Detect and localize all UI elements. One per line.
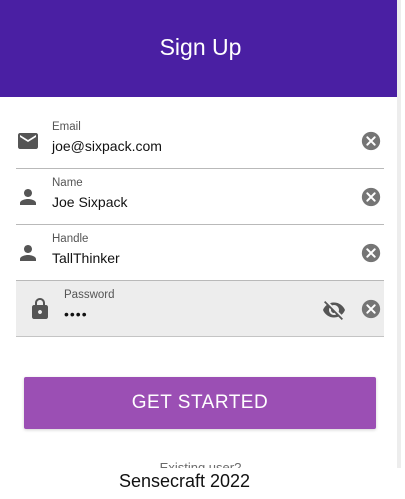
handle-label: Handle (52, 233, 89, 245)
password-label: Password (64, 289, 115, 301)
email-value[interactable]: joe@sixpack.com (52, 138, 162, 154)
handle-value[interactable]: TallThinker (52, 250, 120, 266)
clear-password-icon[interactable] (360, 298, 382, 320)
person-icon (20, 245, 36, 261)
scrollbar-track (397, 0, 401, 468)
person-icon (20, 189, 36, 205)
email-field[interactable]: Email joe@sixpack.com (16, 113, 384, 169)
footer-credit: Sensecraft 2022 (118, 471, 251, 491)
get-started-button[interactable]: GET STARTED (24, 377, 376, 429)
password-field[interactable]: Password •••• (16, 281, 384, 337)
header-bar: Sign Up (0, 0, 401, 97)
name-value[interactable]: Joe Sixpack (52, 194, 127, 210)
clear-name-icon[interactable] (360, 186, 382, 208)
signup-screen: Sign Up Email joe@sixpack.com Name Joe S… (0, 0, 401, 468)
email-label: Email (52, 121, 81, 133)
name-label: Name (52, 177, 83, 189)
password-value[interactable]: •••• (64, 306, 88, 322)
clear-handle-icon[interactable] (360, 242, 382, 264)
lock-icon (32, 298, 48, 319)
mail-icon (18, 133, 38, 149)
page-title: Sign Up (159, 34, 242, 60)
existing-user-link[interactable]: Existing user? (0, 460, 401, 468)
name-field[interactable]: Name Joe Sixpack (16, 169, 384, 225)
visibility-off-icon[interactable] (322, 298, 346, 322)
clear-email-icon[interactable] (360, 130, 382, 152)
handle-field[interactable]: Handle TallThinker (16, 225, 384, 281)
